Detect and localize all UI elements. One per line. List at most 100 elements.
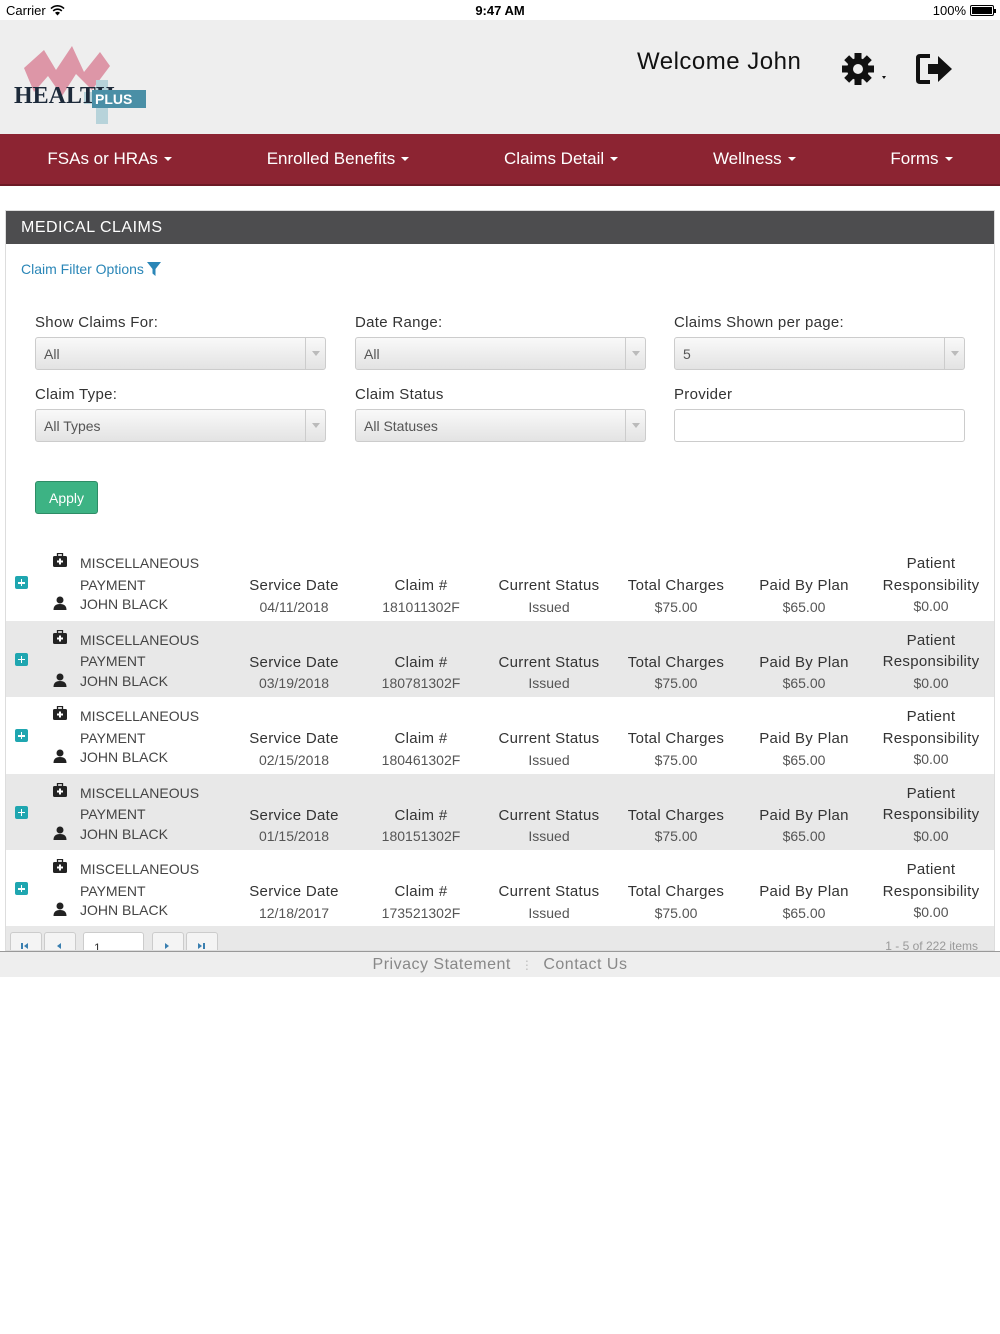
first-page-button[interactable] (10, 932, 42, 950)
claim-number-cell[interactable]: Claim # 173521302F (351, 881, 491, 924)
col-value: $0.00 (913, 674, 949, 691)
service-date-cell: Service Date 02/15/2018 (224, 728, 364, 771)
claim-type-line1: MISCELLANEOUS (80, 555, 200, 571)
claim-number-cell[interactable]: Claim # 180151302F (351, 805, 491, 848)
claim-row: MISCELLANEOUS PAYMENT JOHN BLACK Service … (6, 773, 994, 850)
nav-forms[interactable]: Forms (890, 149, 953, 169)
total-charges-cell: Total Charges $75.00 (606, 881, 746, 924)
panel-title: MEDICAL CLAIMS (6, 211, 994, 244)
triangle-left-icon (24, 943, 28, 949)
provider-input[interactable] (674, 409, 965, 442)
last-page-button[interactable] (186, 932, 218, 950)
status-cell: Current Status Issued (479, 652, 619, 695)
col-value: $0.00 (913, 904, 949, 920)
col-header: Service Date (249, 577, 339, 594)
col-header: Responsibility (882, 729, 980, 747)
prev-page-button[interactable] (44, 932, 76, 950)
claim-type-line2: PAYMENT (80, 806, 146, 822)
col-header: Current Status (498, 730, 600, 747)
apply-button[interactable]: Apply (35, 481, 98, 514)
col-header: Patient (906, 631, 956, 649)
triangle-left-icon (57, 943, 61, 949)
nav-label: Claims Detail (504, 149, 605, 168)
col-header: Patient (906, 555, 956, 572)
show-claims-for-select[interactable]: All (35, 337, 326, 370)
paid-by-plan-cell: Paid By Plan $65.00 (734, 575, 874, 618)
per-page-select[interactable]: 5 (674, 337, 965, 370)
medical-kit-icon (53, 782, 67, 797)
plus-square-icon[interactable] (15, 576, 28, 589)
claim-type-text: MISCELLANEOUS PAYMENT (80, 706, 199, 749)
plus-square-icon[interactable] (15, 805, 28, 819)
status-cell: Current Status Issued (479, 728, 619, 771)
user-icon (53, 749, 67, 763)
service-date-cell: Service Date 01/15/2018 (224, 805, 364, 848)
gear-icon[interactable] (840, 50, 886, 90)
col-header: Service Date (249, 653, 339, 671)
claim-type-line2: PAYMENT (80, 729, 146, 746)
main-nav: FSAs or HRAs Enrolled Benefits Claims De… (0, 134, 1000, 186)
col-header: Total Charges (627, 806, 725, 824)
user-icon (53, 826, 67, 840)
claim-number-cell[interactable]: Claim # 180781302F (351, 652, 491, 695)
nav-label: FSAs or HRAs (47, 149, 158, 168)
claim-type-text: MISCELLANEOUS PAYMENT (80, 783, 199, 826)
contact-us-link[interactable]: Contact Us (543, 956, 627, 974)
date-range-select[interactable]: All (355, 337, 646, 370)
health-plus-logo[interactable]: HEALTH PLUS (14, 40, 149, 126)
col-value: $0.00 (913, 751, 949, 767)
plus-square-icon[interactable] (15, 729, 28, 742)
nav-fsas-hras[interactable]: FSAs or HRAs (47, 149, 172, 169)
page-number-input[interactable]: 1 (83, 932, 144, 950)
service-date-cell: Service Date 12/18/2017 (224, 881, 364, 924)
claim-filter-options-link[interactable]: Claim Filter Options (21, 261, 161, 277)
patient-responsibility-cell: Patient Responsibility $0.00 (861, 706, 994, 771)
caret-down-icon (944, 157, 953, 161)
first-page-icon (21, 943, 23, 949)
plus-square-icon[interactable] (15, 882, 28, 895)
claim-type-line1: MISCELLANEOUS (80, 631, 200, 648)
next-page-button[interactable] (152, 932, 184, 950)
provider-label: Provider (674, 386, 733, 403)
select-value: All (44, 346, 60, 362)
claim-row: MISCELLANEOUS PAYMENT JOHN BLACK Service … (6, 620, 994, 697)
claim-type-text: MISCELLANEOUS PAYMENT (80, 553, 199, 596)
caret-down-icon (163, 157, 172, 161)
col-header: Claim # (394, 806, 448, 824)
col-header: Claim # (394, 577, 448, 594)
nav-label: Enrolled Benefits (266, 149, 396, 168)
status-bar: Carrier 9:47 AM 100% (0, 0, 1000, 20)
col-header: Service Date (249, 806, 339, 824)
nav-wellness[interactable]: Wellness (713, 149, 796, 169)
logout-icon[interactable] (916, 52, 954, 86)
claim-row: MISCELLANEOUS PAYMENT JOHN BLACK Service … (6, 544, 994, 621)
user-icon (53, 596, 67, 610)
claim-number-cell[interactable]: Claim # 181011302F (351, 575, 491, 618)
col-header: Patient (906, 861, 956, 878)
col-value: $75.00 (654, 751, 698, 768)
col-value: $75.00 (654, 598, 698, 615)
plus-square-icon[interactable] (15, 652, 28, 666)
col-header: Responsibility (882, 882, 980, 900)
chevron-down-icon (625, 410, 645, 441)
col-value: Issued (528, 904, 570, 921)
col-header: Current Status (498, 653, 600, 671)
claim-type-line2: PAYMENT (80, 882, 146, 899)
claim-type-select[interactable]: All Types (35, 409, 326, 442)
claim-type-line1: MISCELLANEOUS (80, 861, 200, 877)
select-value: All Types (44, 418, 101, 434)
col-value: 04/11/2018 (259, 598, 329, 615)
triangle-right-icon (165, 943, 169, 949)
service-date-cell: Service Date 03/19/2018 (224, 652, 364, 695)
col-value: $65.00 (782, 828, 826, 844)
nav-enrolled-benefits[interactable]: Enrolled Benefits (267, 149, 410, 169)
col-header: Responsibility (882, 806, 980, 823)
nav-claims-detail[interactable]: Claims Detail (504, 149, 619, 169)
claim-status-select[interactable]: All Statuses (355, 409, 646, 442)
col-header: Service Date (249, 730, 339, 747)
battery-icon (970, 5, 996, 16)
patient-name: JOHN BLACK (80, 825, 168, 842)
chevron-down-icon (944, 338, 964, 369)
privacy-statement-link[interactable]: Privacy Statement (373, 956, 511, 974)
claim-number-cell[interactable]: Claim # 180461302F (351, 728, 491, 771)
